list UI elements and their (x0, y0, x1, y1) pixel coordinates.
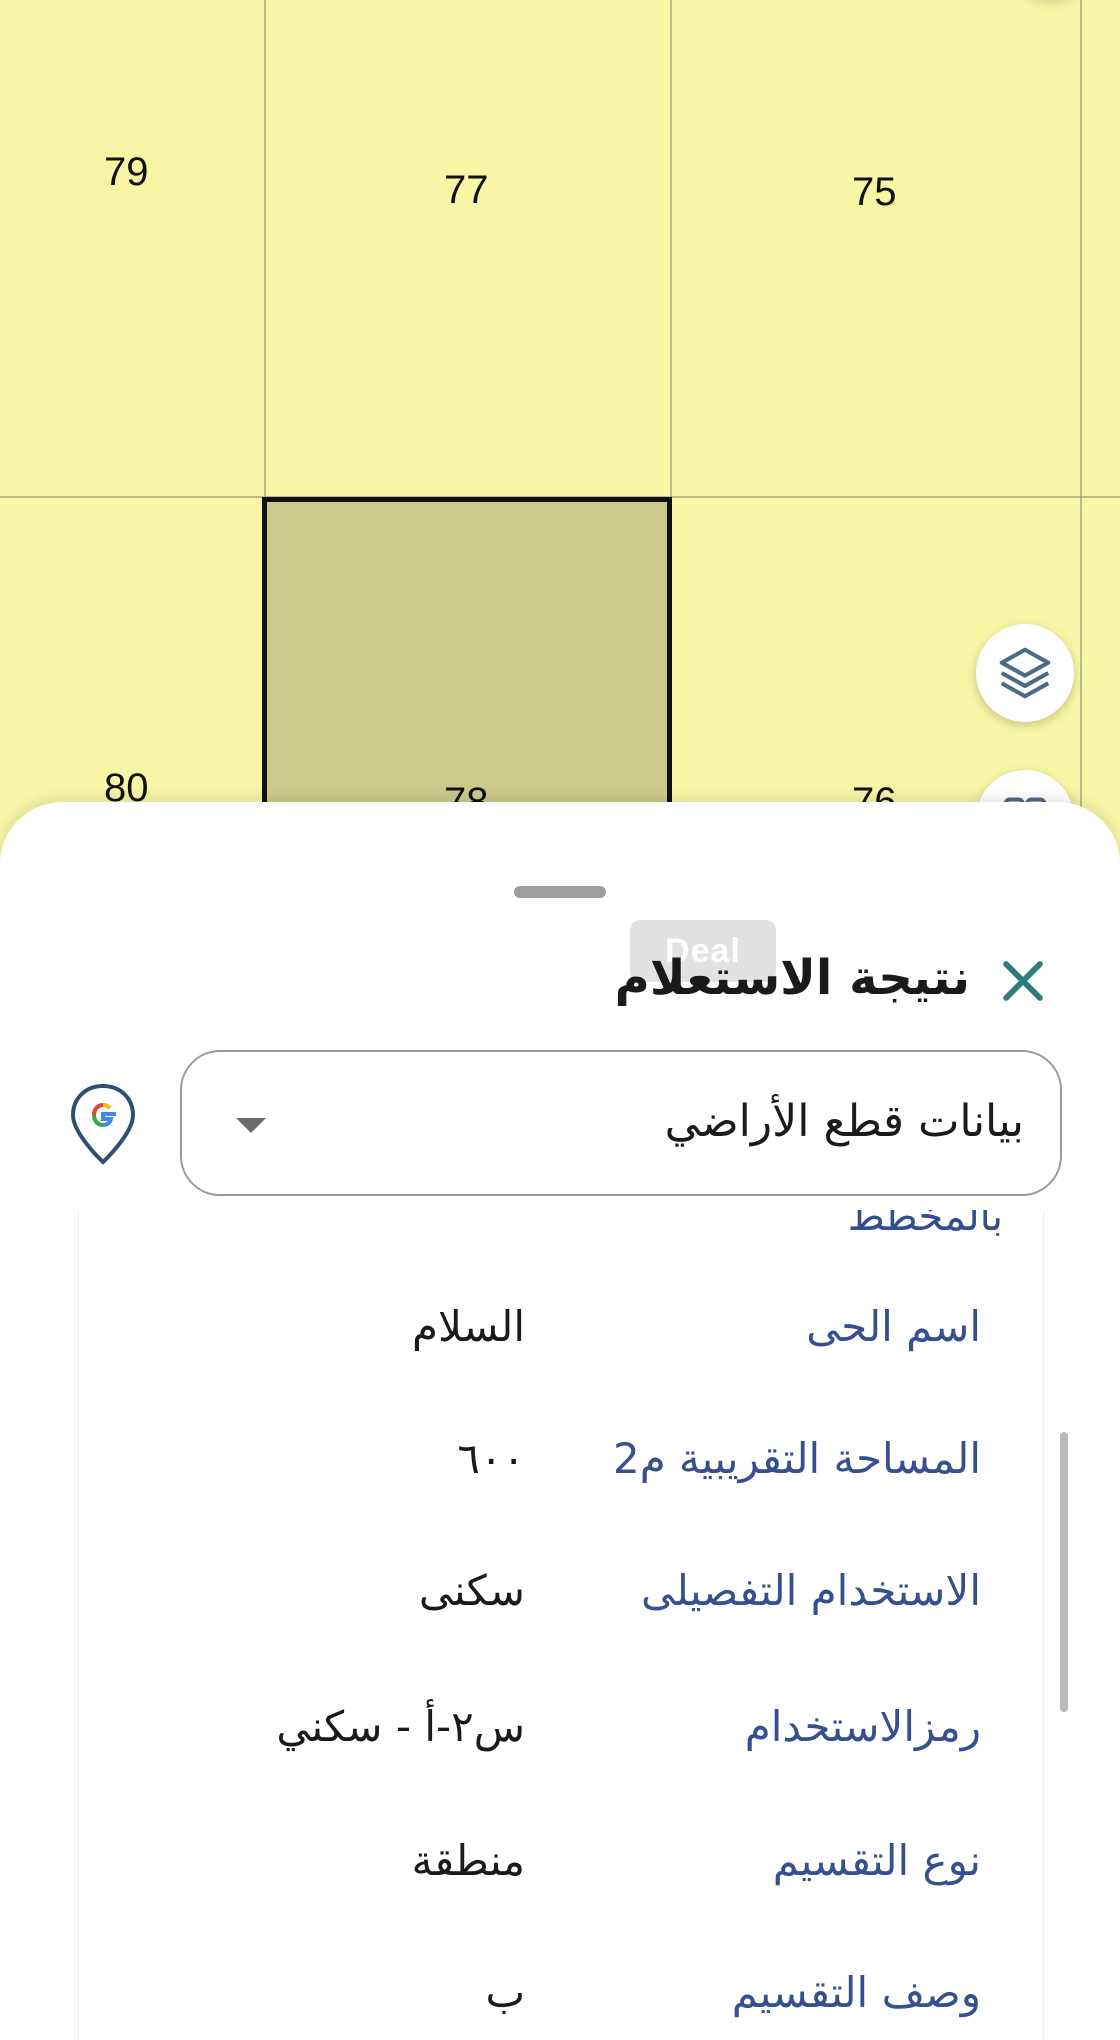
field-value: سكنى (418, 1566, 525, 1615)
plot-label[interactable]: 77 (444, 168, 489, 213)
field-label: اسم الحى (806, 1302, 981, 1351)
table-row: الاستخدام التفصيلى سكنى (79, 1544, 1043, 1644)
field-label: الاستخدام التفصيلى (640, 1566, 981, 1615)
results-list[interactable]: بالمخطط اسم الحى السلام المساحة التقريبي… (78, 1210, 1044, 2040)
close-icon (1003, 961, 1043, 1001)
field-value: س٢-أ - سكني (276, 1702, 525, 1751)
close-button[interactable] (994, 952, 1052, 1010)
field-label: رمزالاستخدام (744, 1702, 981, 1751)
table-row: المساحة التقريبية م2 ٦٠٠ (79, 1412, 1043, 1512)
table-row: نوع التقسيم منطقة (79, 1814, 1043, 1914)
field-label: نوع التقسيم (772, 1836, 981, 1885)
sheet-title: نتيجة الاستعلام (614, 950, 970, 1006)
layers-button[interactable] (976, 624, 1074, 722)
data-type-select[interactable]: بيانات قطع الأراضي (180, 1050, 1062, 1196)
drag-handle[interactable] (514, 886, 606, 898)
field-label: وصف التقسيم (731, 1968, 981, 2017)
table-row: وصف التقسيم ب (79, 1946, 1043, 2040)
field-value: ٦٠٠ (457, 1434, 525, 1483)
list-item-cut-off: بالمخطط (847, 1210, 1003, 1240)
field-value: السلام (412, 1302, 525, 1351)
table-row: اسم الحى السلام (79, 1280, 1043, 1380)
chevron-down-icon (236, 1118, 266, 1133)
google-location-button[interactable] (68, 1082, 138, 1168)
data-type-select-value: بيانات قطع الأراضي (664, 1096, 1024, 1147)
plot-label[interactable]: 79 (104, 150, 149, 195)
plot-label[interactable]: 75 (852, 170, 897, 215)
google-location-icon (70, 1083, 136, 1165)
query-result-sheet: Deal نتيجة الاستعلام بيانات قطع الأراضي … (0, 802, 1120, 2040)
table-row: رمزالاستخدام س٢-أ - سكني (79, 1680, 1043, 1780)
field-value: منطقة (411, 1836, 525, 1885)
field-label: المساحة التقريبية م2 (612, 1434, 981, 1483)
scrollbar[interactable] (1060, 1432, 1068, 1712)
field-value: ب (485, 1968, 525, 2017)
layers-icon (999, 647, 1051, 699)
